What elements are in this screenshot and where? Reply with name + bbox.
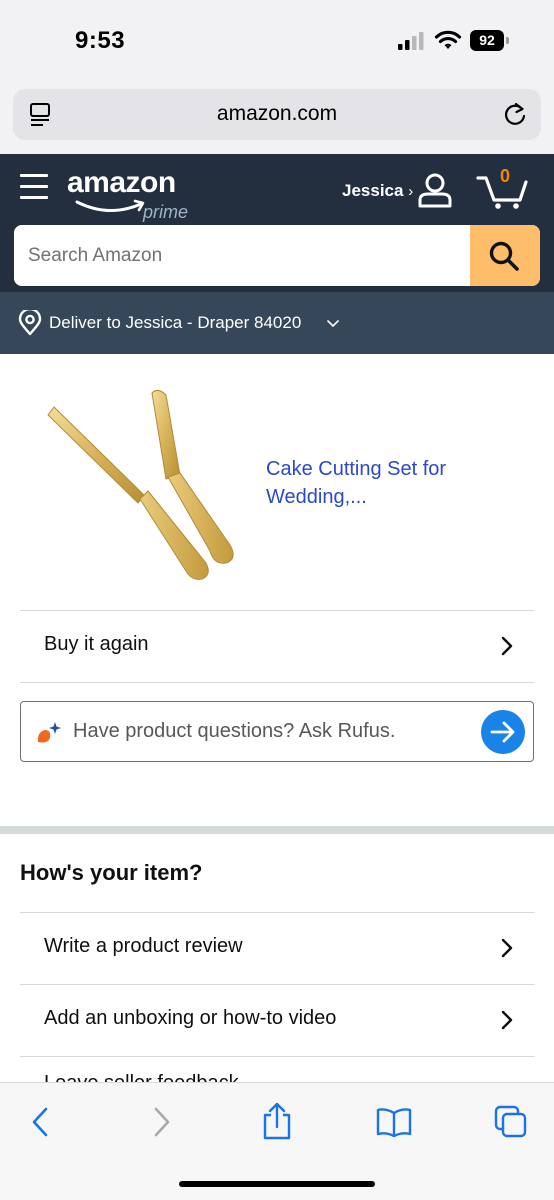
home-indicator[interactable] [179, 1181, 375, 1187]
write-review-row[interactable]: Write a product review [20, 913, 534, 983]
product-image[interactable] [40, 385, 250, 590]
back-icon[interactable] [24, 1105, 58, 1139]
bookmarks-icon[interactable] [376, 1105, 412, 1139]
seller-feedback-label: Leave seller feedback [44, 1072, 239, 1082]
search-button[interactable] [470, 225, 540, 286]
account-link[interactable]: Jessica › [342, 181, 413, 201]
add-video-label: Add an unboxing or how-to video [44, 1007, 337, 1029]
rufus-question-box[interactable]: Have product questions? Ask Rufus. [20, 701, 534, 762]
status-time: 9:53 [75, 27, 126, 54]
section-divider [0, 826, 554, 834]
add-video-row[interactable]: Add an unboxing or how-to video [20, 985, 534, 1055]
search-icon [489, 241, 519, 271]
account-chevron: › [408, 183, 414, 200]
search-box [14, 225, 540, 286]
forward-icon[interactable] [144, 1105, 178, 1139]
logo-prime: prime [143, 202, 189, 222]
menu-icon[interactable] [20, 174, 48, 200]
battery-level: 92 [470, 30, 504, 51]
tabs-icon[interactable] [494, 1105, 528, 1139]
divider [20, 682, 534, 683]
chevron-right-icon [501, 1010, 513, 1030]
cart-count: 0 [500, 166, 511, 186]
rufus-icon [37, 722, 61, 743]
chevron-right-icon [501, 938, 513, 958]
cart-button[interactable]: 0 [476, 166, 530, 210]
divider [20, 1056, 534, 1057]
buy-it-again-label: Buy it again [44, 633, 149, 655]
logo-word: amazon [67, 166, 176, 199]
battery-icon: 92 [470, 30, 510, 51]
wifi-icon [434, 30, 462, 49]
delivery-location-bar[interactable]: Deliver to Jessica - Draper 84020 [0, 292, 554, 354]
rufus-prompt: Have product questions? Ask Rufus. [73, 720, 396, 742]
logo-smile-icon [75, 199, 145, 213]
url-text[interactable]: amazon.com [13, 102, 541, 126]
amazon-header: amazon prime Jessica › 0 [0, 154, 554, 292]
delivery-text: Deliver to Jessica - Draper 84020 [49, 313, 302, 332]
account-name: Jessica [342, 181, 404, 200]
buy-it-again-row[interactable]: Buy it again [20, 611, 534, 681]
feedback-section-title: How's your item? [20, 860, 203, 885]
rufus-submit-button[interactable] [481, 710, 525, 754]
chevron-right-icon [501, 636, 513, 656]
product-title-link[interactable]: Cake Cutting Set for Wedding,... [266, 455, 516, 511]
chevron-down-icon [327, 320, 339, 328]
user-icon[interactable] [416, 172, 454, 208]
status-bar: 9:53 92 [0, 0, 554, 82]
share-icon[interactable] [260, 1101, 294, 1141]
cellular-signal-icon [398, 32, 424, 50]
search-input[interactable] [14, 225, 470, 286]
write-review-label: Write a product review [44, 935, 243, 957]
location-pin-icon [18, 310, 42, 336]
browser-address-area: amazon.com [0, 82, 554, 154]
arrow-right-icon [490, 721, 515, 743]
address-bar[interactable]: amazon.com [13, 89, 541, 140]
amazon-prime-logo[interactable]: amazon prime [67, 164, 207, 224]
seller-feedback-row[interactable]: Leave seller feedback [20, 1058, 534, 1082]
reload-icon[interactable] [503, 101, 527, 127]
